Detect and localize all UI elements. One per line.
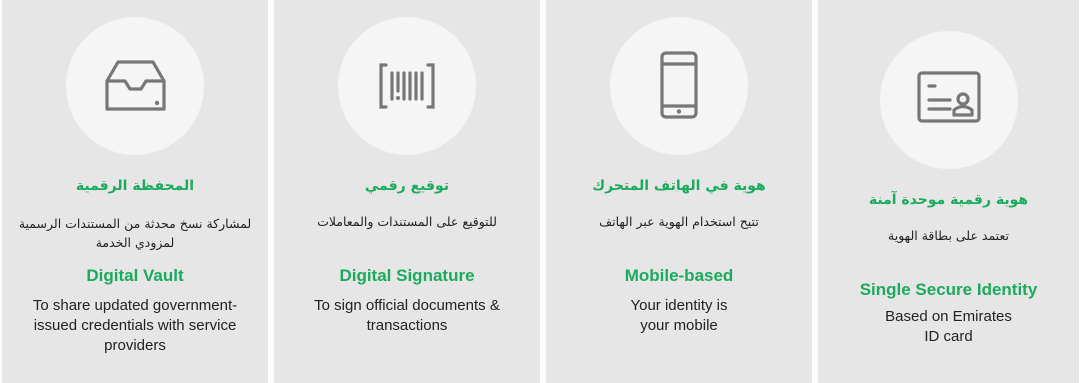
english-description: Based on Emirates ID card — [885, 308, 1012, 345]
arabic-description: للتوقيع على المستندات والمعاملات — [317, 214, 497, 229]
feature-card-digital-vault: المحفظة الرقمية لمشاركة نسخ محدثة من الم… — [2, 0, 268, 383]
icon-circle — [338, 17, 476, 155]
arabic-description: تتيح استخدام الهوية عبر الهاتف — [599, 214, 759, 229]
feature-card-single-secure-identity: هوية رقمية موحدة آمنة تعتمد على بطاقة ال… — [818, 0, 1079, 383]
arabic-description: تعتمد على بطاقة الهوية — [888, 228, 1009, 243]
english-description: Your identity is your mobile — [630, 297, 728, 334]
arabic-title: المحفظة الرقمية — [75, 178, 195, 194]
inbox-tray-icon — [105, 60, 166, 111]
mobile-phone-icon — [660, 51, 698, 119]
icon-circle — [66, 17, 204, 155]
id-card-icon — [916, 71, 981, 123]
arabic-title: هوية في الهاتف المتحرك — [592, 178, 766, 194]
english-description: To sign official documents & transaction… — [314, 297, 500, 334]
english-description: To share updated government-issued crede… — [32, 297, 238, 354]
english-title: Mobile-based — [624, 266, 734, 285]
feature-card-digital-signature: توقيع رقمي للتوقيع على المستندات والمعام… — [274, 0, 540, 383]
arabic-description: لمشاركة نسخ محدثة من المستندات الرسمية ل… — [18, 216, 252, 250]
arabic-title: توقيع رقمي — [364, 178, 450, 194]
icon-circle — [610, 17, 748, 155]
english-title: Digital Vault — [86, 266, 184, 285]
english-title: Digital Signature — [339, 266, 475, 285]
english-title: Single Secure Identity — [859, 280, 1038, 299]
icon-circle — [879, 31, 1018, 169]
barcode-scan-icon — [379, 63, 435, 109]
feature-card-mobile-based: هوية في الهاتف المتحرك تتيح استخدام الهو… — [546, 0, 812, 383]
arabic-title: هوية رقمية موحدة آمنة — [868, 192, 1029, 208]
